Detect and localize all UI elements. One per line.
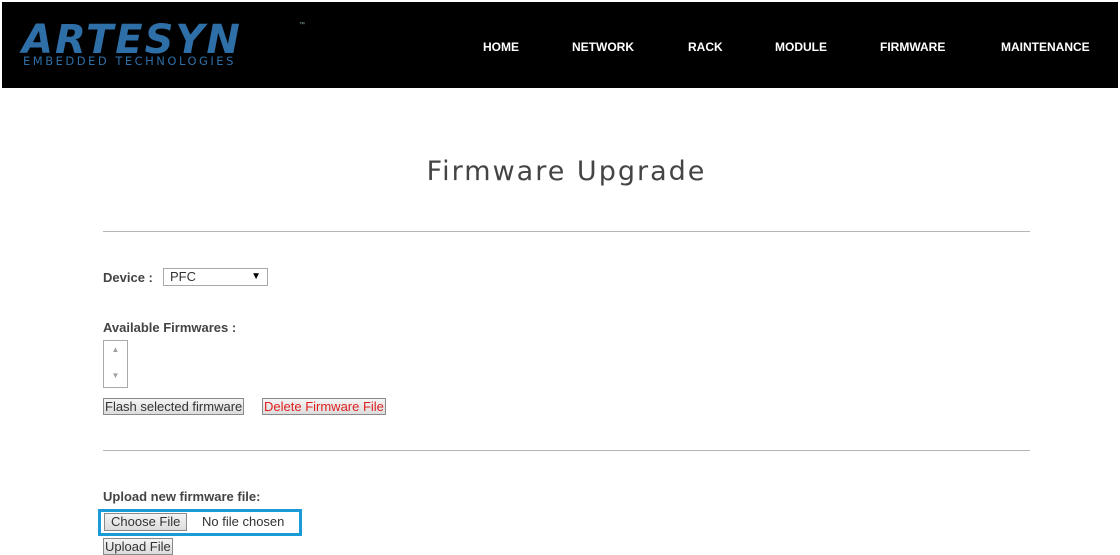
scroll-up-icon[interactable]: ▲ <box>104 345 127 354</box>
device-select[interactable]: PFC ▼ <box>163 268 268 286</box>
upload-file-button[interactable]: Upload File <box>103 538 173 555</box>
artesyn-logo[interactable]: ARTESYN ™ EMBEDDED TECHNOLOGIES <box>22 18 312 70</box>
nav-rack[interactable]: RACK <box>688 40 723 54</box>
logo-tagline: EMBEDDED TECHNOLOGIES <box>23 54 236 68</box>
dropdown-arrow-icon: ▼ <box>251 271 261 282</box>
nav-module[interactable]: MODULE <box>775 40 827 54</box>
top-header: ARTESYN ™ EMBEDDED TECHNOLOGIES HOME NET… <box>2 2 1118 88</box>
delete-firmware-button[interactable]: Delete Firmware File <box>262 398 386 415</box>
nav-home[interactable]: HOME <box>483 40 519 54</box>
divider <box>103 231 1030 232</box>
no-file-chosen-text: No file chosen <box>202 514 285 529</box>
logo-trademark: ™ <box>299 22 305 28</box>
page-title: Firmware Upgrade <box>426 156 707 187</box>
nav-maintenance[interactable]: MAINTENANCE <box>1001 40 1090 54</box>
nav-network[interactable]: NETWORK <box>572 40 634 54</box>
device-label: Device : <box>103 270 153 285</box>
flash-firmware-button[interactable]: Flash selected firmware <box>103 398 245 415</box>
firmware-listbox[interactable]: ▲ ▼ <box>103 340 128 388</box>
device-select-value: PFC <box>170 269 196 284</box>
divider <box>103 450 1030 451</box>
nav-firmware[interactable]: FIRMWARE <box>880 40 945 54</box>
scroll-down-icon[interactable]: ▼ <box>104 371 127 380</box>
upload-label: Upload new firmware file: <box>103 489 261 504</box>
available-firmwares-label: Available Firmwares : <box>103 320 237 335</box>
choose-file-button[interactable]: Choose File <box>104 513 188 531</box>
